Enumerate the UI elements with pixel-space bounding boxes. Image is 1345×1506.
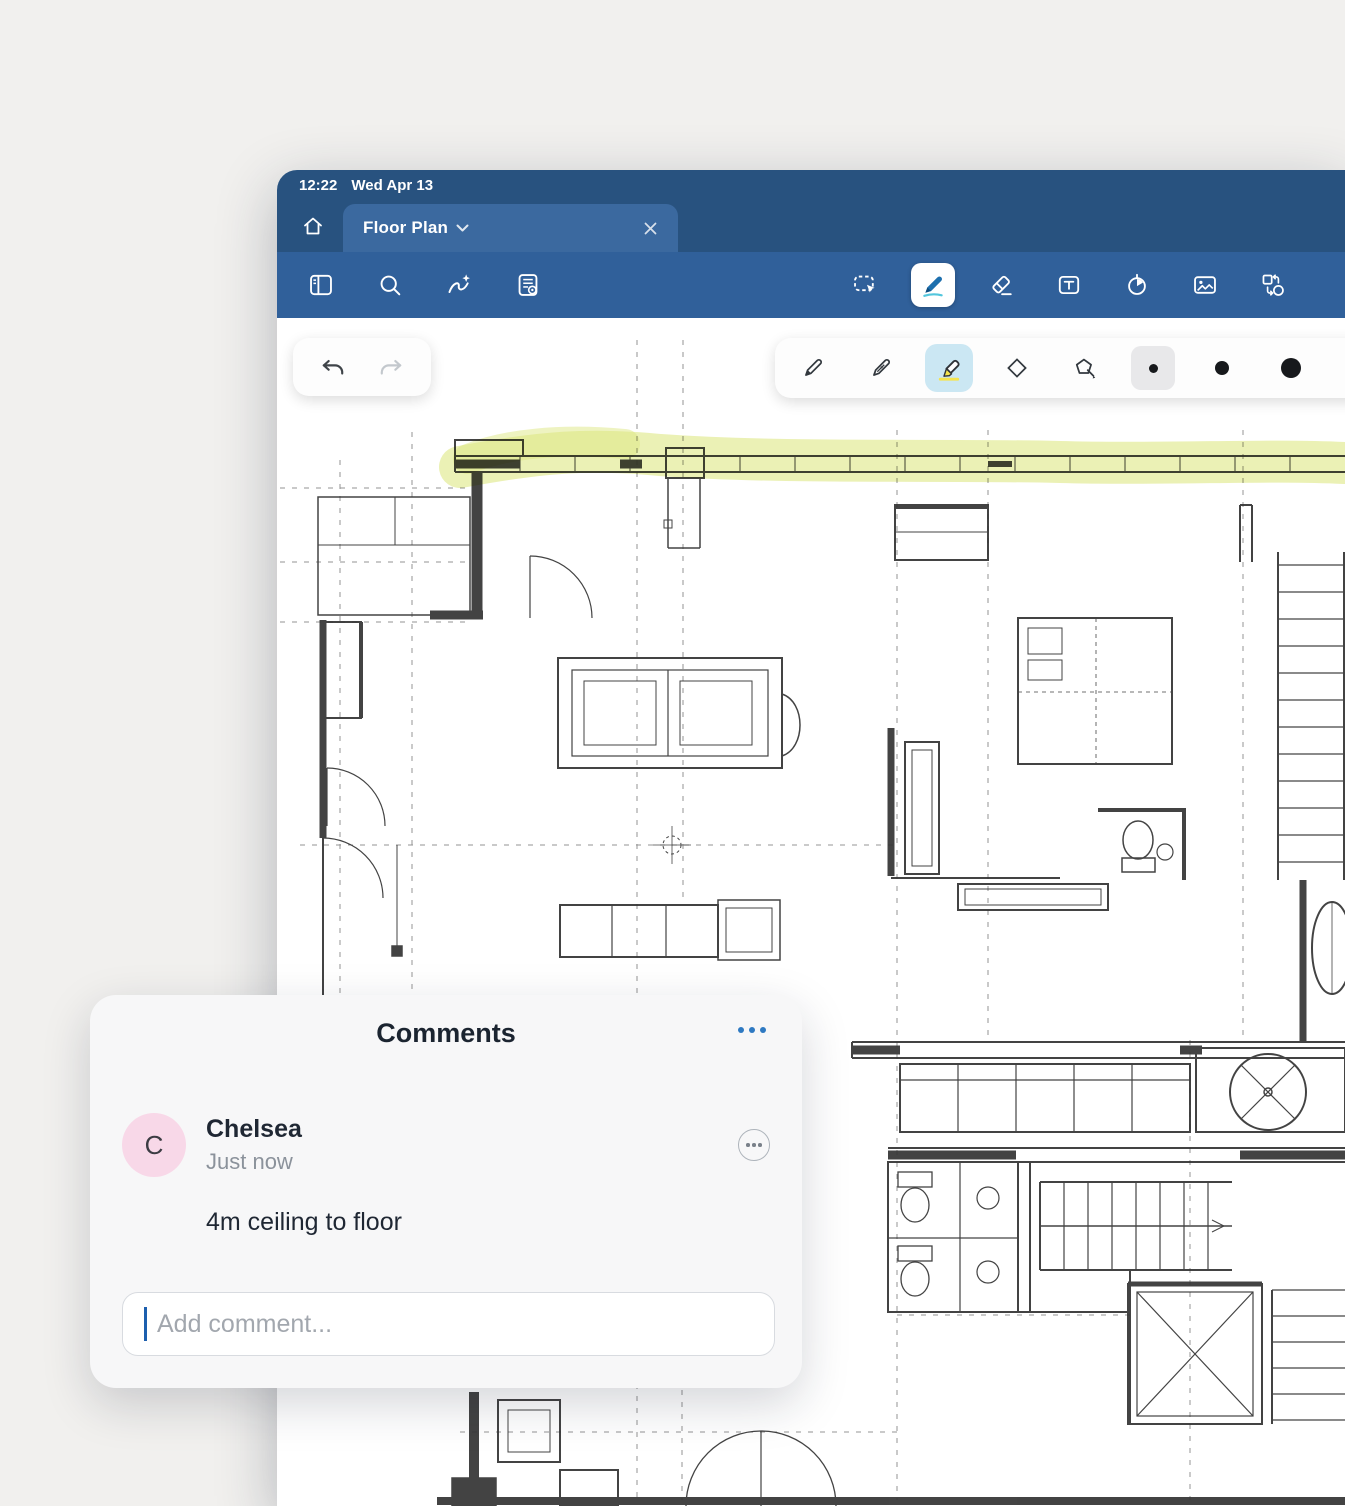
ellipsis-icon	[746, 1143, 750, 1147]
shape-tool-button[interactable]	[993, 344, 1041, 392]
status-date: Wed Apr 13	[351, 176, 434, 194]
toolbar	[277, 252, 1345, 318]
shape-icon	[1007, 358, 1027, 378]
redo-button[interactable]	[369, 345, 413, 389]
stroke-size-group	[1131, 346, 1313, 390]
add-comment-input[interactable]	[122, 1292, 775, 1356]
comment-text: 4m ceiling to floor	[206, 1208, 402, 1236]
pen-tool-button[interactable]	[911, 263, 955, 307]
text-tool-button[interactable]	[1047, 263, 1091, 307]
comment-author: Chelsea	[206, 1115, 302, 1143]
avatar: C	[122, 1113, 186, 1177]
home-icon	[304, 217, 322, 235]
chevron-down-icon	[456, 224, 469, 231]
redo-icon	[380, 359, 402, 375]
shapes-tool-button[interactable]	[1251, 263, 1295, 307]
comments-menu-button[interactable]	[738, 1027, 766, 1033]
size-medium-dot	[1215, 361, 1229, 375]
size-medium-button[interactable]	[1200, 346, 1244, 390]
tab-close-button[interactable]	[636, 214, 664, 242]
size-large-button[interactable]	[1269, 346, 1313, 390]
comment-more-button[interactable]	[738, 1129, 770, 1161]
pen-icon	[923, 276, 943, 297]
size-small-button[interactable]	[1131, 346, 1175, 390]
size-small-dot	[1148, 363, 1158, 373]
highlighter-icon	[938, 359, 960, 381]
undo-button[interactable]	[311, 345, 355, 389]
screen: 12:22 Wed Apr 13 Floor Plan Comments C C…	[0, 0, 1345, 1506]
comments-header: Comments	[90, 995, 802, 1071]
image-tool-button[interactable]	[1183, 263, 1227, 307]
comments-panel: Comments C Chelsea Just now 4m ceiling t…	[90, 995, 802, 1388]
search-button[interactable]	[368, 263, 412, 307]
fountain-pen-button[interactable]	[857, 344, 905, 392]
lasso-gesture-button[interactable]	[437, 263, 481, 307]
toolbar-left-group	[299, 263, 550, 307]
shape-recognition-icon	[1075, 358, 1096, 379]
comment-author-block: Chelsea Just now	[206, 1115, 302, 1175]
shapes-icon	[1262, 274, 1284, 296]
size-large-dot	[1281, 358, 1301, 378]
timer-icon	[1128, 273, 1146, 295]
fountain-pen-icon	[873, 359, 890, 376]
highlighter-button[interactable]	[925, 344, 973, 392]
shape-recognition-button[interactable]	[1061, 344, 1109, 392]
lasso-gesture-icon	[448, 274, 470, 294]
status-time: 12:22	[299, 176, 338, 194]
text-icon	[1058, 275, 1080, 295]
highlighter-stroke	[439, 426, 1345, 488]
sidebar-button[interactable]	[299, 263, 343, 307]
close-icon	[644, 222, 656, 234]
undo-redo-card	[293, 338, 431, 396]
select-icon	[854, 275, 875, 293]
ballpoint-pen-button[interactable]	[789, 344, 837, 392]
pen-type-group	[789, 344, 1109, 392]
avatar-initial: C	[144, 1129, 164, 1160]
ellipsis-icon	[738, 1027, 744, 1033]
comment-input-wrap	[122, 1292, 775, 1356]
tab-bar: Floor Plan	[277, 200, 1345, 252]
comment-timestamp: Just now	[206, 1149, 293, 1174]
home-button[interactable]	[291, 204, 335, 248]
search-icon	[380, 275, 401, 296]
toolbar-right-group	[843, 263, 1295, 307]
page-preview-button[interactable]	[506, 263, 550, 307]
comments-title: Comments	[376, 1017, 516, 1048]
eraser-tool-button[interactable]	[979, 263, 1023, 307]
tab-floor-plan[interactable]: Floor Plan	[343, 204, 678, 252]
eraser-icon	[992, 275, 1012, 296]
sidebar-icon	[310, 274, 332, 296]
select-tool-button[interactable]	[843, 263, 887, 307]
undo-icon	[322, 359, 344, 375]
timer-tool-button[interactable]	[1115, 263, 1159, 307]
image-icon	[1194, 276, 1216, 294]
comment-item: C Chelsea Just now	[122, 1113, 770, 1177]
status-bar: 12:22 Wed Apr 13	[277, 170, 1345, 200]
pen-options-bar	[775, 338, 1345, 398]
page-preview-icon	[518, 274, 538, 296]
ballpoint-pen-icon	[805, 359, 822, 376]
text-caret	[144, 1307, 147, 1341]
tab-label: Floor Plan	[363, 218, 449, 237]
